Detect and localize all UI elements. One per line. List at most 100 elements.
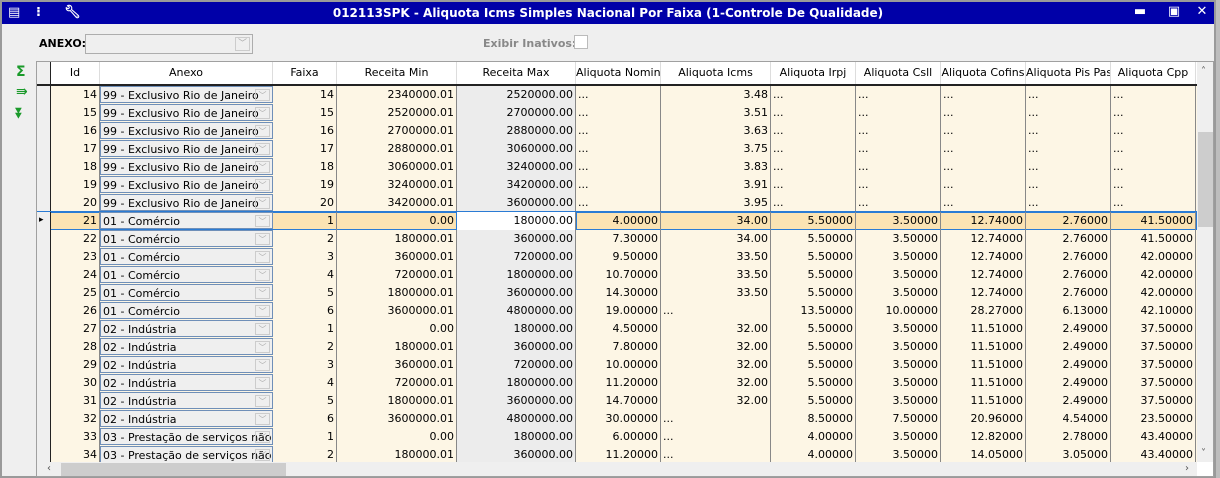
cell-faixa[interactable]: 4 bbox=[273, 374, 337, 392]
chevron-down-icon[interactable]: ﹀ bbox=[255, 287, 270, 299]
cell-aliquota-cpp[interactable]: ... bbox=[1111, 176, 1196, 194]
cell-aliquota-pis-pasep[interactable]: 2.78000 bbox=[1026, 428, 1111, 446]
chevron-down-icon[interactable]: ﹀ bbox=[235, 37, 250, 51]
cell-aliquota-nominal[interactable]: 4.50000 bbox=[576, 320, 661, 338]
cell-aliquota-icms[interactable]: ... bbox=[661, 428, 771, 446]
cell-faixa[interactable]: 2 bbox=[273, 338, 337, 356]
cell-aliquota-cofins[interactable]: 28.27000 bbox=[941, 302, 1026, 320]
table-row[interactable]: 24 01 - Comércio ﹀ 4 720000.01 1800000.00 10.7… bbox=[37, 266, 1197, 284]
cell-aliquota-pis-pasep[interactable]: 2.76000 bbox=[1026, 284, 1111, 302]
cell-aliquota-cofins[interactable]: 11.51000 bbox=[941, 356, 1026, 374]
cell-aliquota-pis-pasep[interactable]: ... bbox=[1026, 176, 1111, 194]
cell-aliquota-nominal[interactable]: ... bbox=[576, 140, 661, 158]
row-indicator[interactable] bbox=[37, 356, 51, 374]
cell-receita-max[interactable]: 360000.00 bbox=[457, 338, 576, 356]
cell-aliquota-cpp[interactable]: 42.00000 bbox=[1111, 248, 1196, 266]
cell-anexo[interactable]: 99 - Exclusivo Rio de Janeiro ﹀ bbox=[100, 104, 273, 121]
cell-anexo[interactable]: 01 - Comércio ﹀ bbox=[100, 248, 273, 265]
cell-aliquota-icms[interactable]: ... bbox=[661, 410, 771, 428]
row-indicator[interactable] bbox=[37, 140, 51, 158]
row-indicator[interactable] bbox=[37, 428, 51, 446]
cell-aliquota-cofins[interactable]: 12.82000 bbox=[941, 428, 1026, 446]
cell-id[interactable]: 24 bbox=[51, 266, 100, 284]
column-header-aliquota-irpj[interactable]: Aliquota Irpj bbox=[771, 62, 856, 84]
chevron-down-icon[interactable]: ﹀ bbox=[255, 359, 270, 371]
cell-aliquota-nominal[interactable]: 7.80000 bbox=[576, 338, 661, 356]
cell-aliquota-cpp[interactable]: 42.10000 bbox=[1111, 302, 1196, 320]
cell-faixa[interactable]: 16 bbox=[273, 122, 337, 140]
close-button[interactable]: ✕ bbox=[1194, 5, 1210, 19]
row-indicator[interactable] bbox=[37, 302, 51, 320]
cell-aliquota-icms[interactable]: 32.00 bbox=[661, 392, 771, 410]
cell-aliquota-cpp[interactable]: 37.50000 bbox=[1111, 374, 1196, 392]
cell-aliquota-cpp[interactable]: 41.50000 bbox=[1111, 230, 1196, 248]
sum-icon[interactable]: Σ bbox=[16, 64, 26, 80]
cell-receita-min[interactable]: 720000.01 bbox=[337, 266, 457, 284]
cell-id[interactable]: 29 bbox=[51, 356, 100, 374]
cell-aliquota-nominal[interactable]: ... bbox=[576, 194, 661, 212]
row-indicator[interactable] bbox=[37, 266, 51, 284]
cell-id[interactable]: 20 bbox=[51, 194, 100, 212]
cell-aliquota-icms[interactable]: ... bbox=[661, 302, 771, 320]
cell-receita-max[interactable]: 3600000.00 bbox=[457, 392, 576, 410]
column-header-receita-min[interactable]: Receita Min bbox=[337, 62, 457, 84]
cell-aliquota-nominal[interactable]: ... bbox=[576, 86, 661, 104]
cell-aliquota-csll[interactable]: 3.50000 bbox=[856, 266, 941, 284]
cell-aliquota-csll[interactable]: ... bbox=[856, 158, 941, 176]
cell-receita-max[interactable]: 720000.00 bbox=[457, 248, 576, 266]
cell-receita-max[interactable]: 180000.00 bbox=[457, 428, 576, 446]
table-row[interactable]: 17 99 - Exclusivo Rio de Janeiro ﹀ 17 288000… bbox=[37, 140, 1197, 158]
cell-aliquota-csll[interactable]: 3.50000 bbox=[856, 392, 941, 410]
cell-id[interactable]: 18 bbox=[51, 158, 100, 176]
cell-aliquota-cofins[interactable]: 11.51000 bbox=[941, 392, 1026, 410]
cell-aliquota-cpp[interactable]: ... bbox=[1111, 140, 1196, 158]
cell-aliquota-csll[interactable]: 3.50000 bbox=[856, 338, 941, 356]
table-row[interactable]: 33 03 - Prestação de serviços não ﹀ 1 0.00 18… bbox=[37, 428, 1197, 446]
cell-receita-min[interactable]: 1800000.01 bbox=[337, 284, 457, 302]
cell-receita-max[interactable]: 360000.00 bbox=[457, 230, 576, 248]
table-row[interactable]: 32 02 - Indústria ﹀ 6 3600000.01 4800000.00 30… bbox=[37, 410, 1197, 428]
cell-receita-min[interactable]: 3600000.01 bbox=[337, 302, 457, 320]
cell-aliquota-csll[interactable]: 3.50000 bbox=[856, 284, 941, 302]
cell-receita-min[interactable]: 3060000.01 bbox=[337, 158, 457, 176]
cell-faixa[interactable]: 19 bbox=[273, 176, 337, 194]
cell-aliquota-pis-pasep[interactable]: 6.13000 bbox=[1026, 302, 1111, 320]
cell-aliquota-icms[interactable]: 3.63 bbox=[661, 122, 771, 140]
chevron-down-icon[interactable]: ﹀ bbox=[255, 89, 270, 101]
cell-aliquota-nominal[interactable]: 4.00000 bbox=[576, 212, 661, 230]
cell-id[interactable]: 33 bbox=[51, 428, 100, 446]
cell-aliquota-csll[interactable]: ... bbox=[856, 104, 941, 122]
table-row[interactable]: 30 02 - Indústria ﹀ 4 720000.01 1800000.00 11.… bbox=[37, 374, 1197, 392]
cell-aliquota-pis-pasep[interactable]: 2.76000 bbox=[1026, 212, 1111, 230]
row-indicator[interactable] bbox=[37, 194, 51, 212]
cell-aliquota-icms[interactable]: 33.50 bbox=[661, 284, 771, 302]
cell-anexo[interactable]: 03 - Prestação de serviços não ﹀ bbox=[100, 446, 273, 463]
cell-aliquota-cpp[interactable]: ... bbox=[1111, 158, 1196, 176]
scroll-down-icon[interactable]: ˅ bbox=[1201, 448, 1206, 459]
cell-aliquota-irpj[interactable]: 5.50000 bbox=[771, 338, 856, 356]
cell-aliquota-cpp[interactable]: 42.00000 bbox=[1111, 266, 1196, 284]
table-row[interactable]: 14 99 - Exclusivo Rio de Janeiro ﹀ 14 234000… bbox=[37, 86, 1197, 104]
cell-aliquota-icms[interactable]: 3.91 bbox=[661, 176, 771, 194]
chevron-down-icon[interactable]: ﹀ bbox=[255, 215, 270, 227]
cell-id[interactable]: 19 bbox=[51, 176, 100, 194]
cell-aliquota-nominal[interactable]: ... bbox=[576, 158, 661, 176]
chevron-down-icon[interactable]: ﹀ bbox=[255, 395, 270, 407]
row-indicator[interactable] bbox=[37, 122, 51, 140]
cell-aliquota-csll[interactable]: 7.50000 bbox=[856, 410, 941, 428]
chevron-down-icon[interactable]: ﹀ bbox=[255, 143, 270, 155]
cell-aliquota-cpp[interactable]: ... bbox=[1111, 104, 1196, 122]
table-row[interactable]: 19 99 - Exclusivo Rio de Janeiro ﹀ 19 324000… bbox=[37, 176, 1197, 194]
cell-id[interactable]: 16 bbox=[51, 122, 100, 140]
cell-aliquota-icms[interactable]: 34.00 bbox=[661, 230, 771, 248]
cell-aliquota-cofins[interactable]: 11.51000 bbox=[941, 374, 1026, 392]
table-row[interactable]: 22 01 - Comércio ﹀ 2 180000.01 360000.00 7.300… bbox=[37, 230, 1197, 248]
cell-aliquota-irpj[interactable]: ... bbox=[771, 194, 856, 212]
cell-aliquota-cofins[interactable]: ... bbox=[941, 176, 1026, 194]
cell-anexo[interactable]: 01 - Comércio ﹀ bbox=[100, 266, 273, 283]
table-row[interactable]: 25 01 - Comércio ﹀ 5 1800000.01 3600000.00 14.… bbox=[37, 284, 1197, 302]
cell-anexo[interactable]: 02 - Indústria ﹀ bbox=[100, 338, 273, 355]
cell-anexo[interactable]: 99 - Exclusivo Rio de Janeiro ﹀ bbox=[100, 194, 273, 211]
chevron-down-icon[interactable]: ﹀ bbox=[255, 179, 270, 191]
cell-receita-min[interactable]: 360000.01 bbox=[337, 248, 457, 266]
